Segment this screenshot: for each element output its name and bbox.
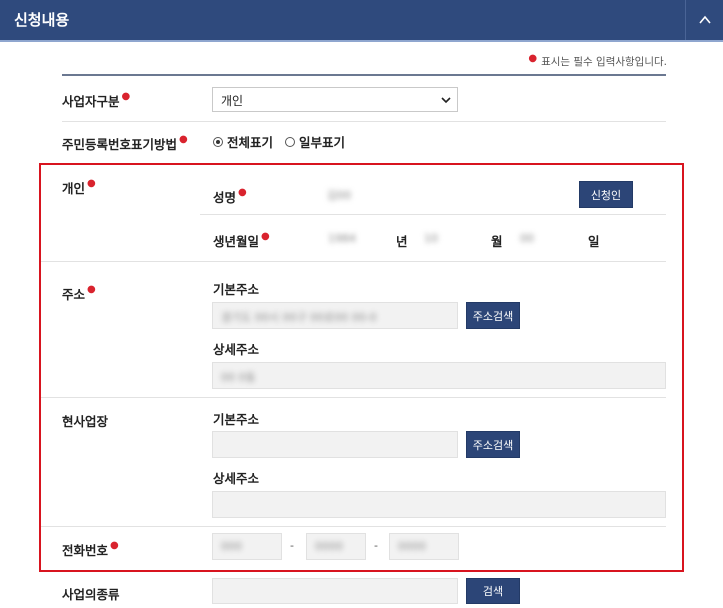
name-label: 성명 ● xyxy=(213,187,247,205)
birth-month-value: 10 xyxy=(424,232,438,245)
collapse-button[interactable] xyxy=(685,0,723,40)
chevron-up-icon xyxy=(698,15,711,24)
phone-part1-input[interactable]: 000 xyxy=(212,533,282,560)
business-kind-label: 사업의종류 xyxy=(62,587,120,602)
required-mark: ● xyxy=(528,53,538,64)
phone-label: 전화번호 ● xyxy=(62,540,119,558)
basic-address-value: 경기도 00시 00구 00로00 00-0 xyxy=(221,311,377,324)
required-note: ● 표시는 필수 입력사항입니다. xyxy=(528,53,667,68)
address-search-button[interactable]: 주소검색 xyxy=(466,302,520,329)
business-type-label: 사업자구분 ● xyxy=(62,91,131,109)
birth-day-value: 00 xyxy=(520,232,534,245)
chevron-down-icon xyxy=(441,97,451,104)
phone-part2-input[interactable]: 0000 xyxy=(306,533,366,560)
workplace-basic-address-input[interactable] xyxy=(212,431,458,458)
address-label: 주소 ● xyxy=(62,284,96,302)
workplace-label: 현사업장 xyxy=(62,414,109,429)
day-unit: 일 xyxy=(588,234,600,249)
radio-unchecked-icon xyxy=(285,136,296,147)
birth-year-value: 1984 xyxy=(328,232,356,245)
personal-label: 개인 ● xyxy=(62,178,96,196)
phone-part2-value: 0000 xyxy=(315,540,343,553)
birth-label: 생년월일 ● xyxy=(213,231,270,249)
detail-address-input[interactable]: 00 0동 xyxy=(212,362,666,389)
detail-address-value: 00 0동 xyxy=(221,371,256,384)
year-unit: 년 xyxy=(396,234,408,249)
phone-part3-input[interactable]: 0000 xyxy=(389,533,459,560)
rrn-display-label: 주민등록번호표기방법 ● xyxy=(62,134,188,152)
month-unit: 월 xyxy=(491,234,503,249)
radio-checked-icon xyxy=(213,136,223,147)
section-title: 신청내용 xyxy=(14,11,70,29)
business-kind-search-button[interactable]: 검색 xyxy=(466,578,520,604)
workplace-basic-address-label: 기본주소 xyxy=(213,412,260,427)
rrn-display-radio-group: 전체표기 일부표기 xyxy=(213,132,357,151)
business-type-value: 개인 xyxy=(221,94,244,108)
row-divider xyxy=(41,397,666,398)
section-header: 신청내용 xyxy=(0,0,723,42)
applicant-button[interactable]: 신청인 xyxy=(579,181,633,208)
phone-separator: - xyxy=(374,539,378,552)
business-type-select[interactable]: 개인 xyxy=(212,87,458,112)
name-value: 김00 xyxy=(327,189,352,202)
phone-separator: - xyxy=(290,539,294,552)
basic-address-input[interactable]: 경기도 00시 00구 00로00 00-0 xyxy=(212,302,458,329)
row-divider xyxy=(41,526,666,527)
phone-part3-value: 0000 xyxy=(398,540,426,553)
row-divider xyxy=(62,121,666,122)
radio-full-display[interactable]: 전체표기 xyxy=(213,132,273,151)
workplace-address-search-button[interactable]: 주소검색 xyxy=(466,431,520,458)
row-divider xyxy=(200,214,666,215)
radio-partial-display[interactable]: 일부표기 xyxy=(285,132,345,151)
workplace-detail-address-label: 상세주소 xyxy=(213,471,260,486)
row-divider xyxy=(41,261,666,262)
workplace-detail-address-input[interactable] xyxy=(212,491,666,518)
basic-address-label: 기본주소 xyxy=(213,282,260,297)
business-kind-input[interactable] xyxy=(212,578,458,604)
table-top-rule xyxy=(62,74,666,76)
detail-address-label: 상세주소 xyxy=(213,342,260,357)
phone-part1-value: 000 xyxy=(221,540,242,553)
